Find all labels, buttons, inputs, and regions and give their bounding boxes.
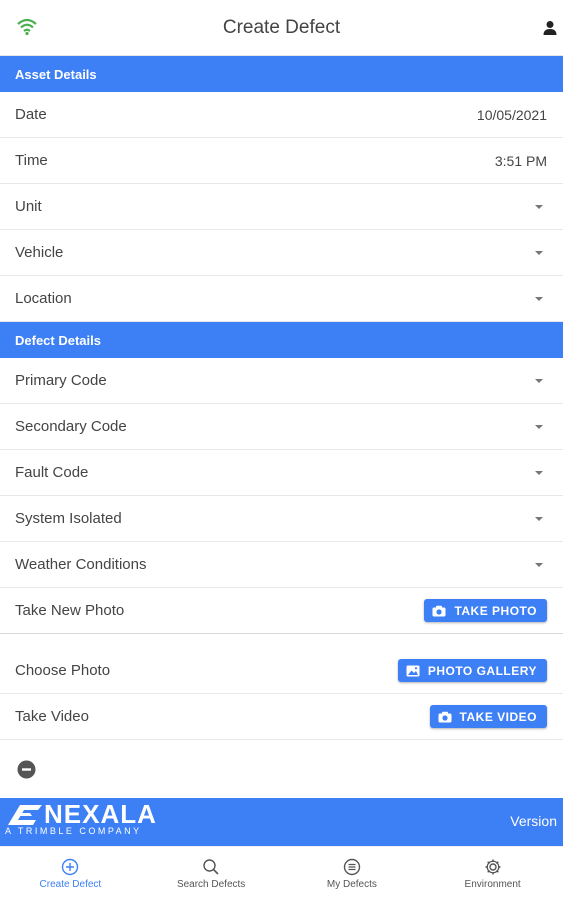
nav-item-environment[interactable]: Environment xyxy=(422,847,563,901)
take-photo-label: Take New Photo xyxy=(15,602,125,619)
list-circle-icon xyxy=(343,858,361,876)
gear-icon xyxy=(485,859,501,875)
camera-icon xyxy=(432,605,446,616)
remove-circle-icon[interactable] xyxy=(17,760,36,779)
nav-item-search-defects[interactable]: Search Defects xyxy=(141,847,282,901)
take-video-button-label: TAKE VIDEO xyxy=(459,709,537,724)
user-icon[interactable] xyxy=(543,20,557,36)
location-label: Location xyxy=(15,290,72,307)
chevron-down-icon xyxy=(535,378,543,383)
take-photo-button-label: TAKE PHOTO xyxy=(454,603,537,618)
camera-icon xyxy=(438,711,452,722)
unit-select[interactable]: Unit xyxy=(0,184,563,230)
date-row[interactable]: Date 10/05/2021 xyxy=(0,92,563,138)
take-video-label: Take Video xyxy=(15,708,89,725)
system-isolated-label: System Isolated xyxy=(15,510,122,527)
app-header: Create Defect xyxy=(0,0,563,56)
section-header-asset-details: Asset Details xyxy=(0,56,563,92)
section-header-defect-details: Defect Details xyxy=(0,322,563,358)
take-video-button[interactable]: TAKE VIDEO xyxy=(429,705,547,728)
photo-gallery-button[interactable]: PHOTO GALLERY xyxy=(397,659,547,682)
nav-item-my-defects[interactable]: My Defects xyxy=(282,847,423,901)
secondary-code-label: Secondary Code xyxy=(15,418,127,435)
photo-gallery-button-label: PHOTO GALLERY xyxy=(427,663,537,678)
vehicle-label: Vehicle xyxy=(15,244,64,261)
version-label: Version xyxy=(510,813,557,829)
primary-code-label: Primary Code xyxy=(15,372,107,389)
chevron-down-icon xyxy=(535,204,543,209)
time-value[interactable]: 3:51 PM xyxy=(495,153,547,169)
choose-photo-label: Choose Photo xyxy=(15,662,111,679)
chevron-down-icon xyxy=(535,562,543,567)
time-label: Time xyxy=(15,152,48,169)
plus-circle-icon xyxy=(62,858,79,876)
nav-label: Create Defect xyxy=(39,879,102,890)
location-select[interactable]: Location xyxy=(0,276,563,322)
take-photo-button[interactable]: TAKE PHOTO xyxy=(424,599,547,622)
section-title: Defect Details xyxy=(15,332,101,348)
page-title: Create Defect xyxy=(222,16,341,38)
chevron-down-icon xyxy=(535,296,543,301)
bottom-nav: Create Defect Search Defects My Defects … xyxy=(0,846,563,901)
date-value[interactable]: 10/05/2021 xyxy=(477,107,547,123)
search-icon xyxy=(203,859,219,875)
nav-label: My Defects xyxy=(326,879,377,890)
fault-code-label: Fault Code xyxy=(15,464,89,481)
image-icon xyxy=(406,665,420,676)
chevron-down-icon xyxy=(535,424,543,429)
fault-code-select[interactable]: Fault Code xyxy=(0,450,563,496)
primary-code-select[interactable]: Primary Code xyxy=(0,358,563,404)
unit-label: Unit xyxy=(15,198,42,215)
nav-item-create-defect[interactable]: Create Defect xyxy=(0,847,141,901)
take-photo-row: Take New Photo TAKE PHOTO xyxy=(0,588,563,634)
system-isolated-select[interactable]: System Isolated xyxy=(0,496,563,542)
weather-conditions-select[interactable]: Weather Conditions xyxy=(0,542,563,588)
weather-conditions-label: Weather Conditions xyxy=(15,556,147,573)
secondary-code-select[interactable]: Secondary Code xyxy=(0,404,563,450)
section-title: Asset Details xyxy=(15,66,97,82)
date-label: Date xyxy=(15,106,47,123)
brand-footer: NEXALA A TRIMBLE COMPANY Version xyxy=(0,798,563,846)
nav-label: Search Defects xyxy=(176,879,246,890)
brand-subtitle: A TRIMBLE COMPANY xyxy=(5,826,142,836)
choose-photo-row: Choose Photo PHOTO GALLERY xyxy=(0,648,563,694)
wifi-icon xyxy=(17,18,37,36)
take-video-row: Take Video TAKE VIDEO xyxy=(0,694,563,740)
vehicle-select[interactable]: Vehicle xyxy=(0,230,563,276)
time-row[interactable]: Time 3:51 PM xyxy=(0,138,563,184)
chevron-down-icon xyxy=(535,250,543,255)
chevron-down-icon xyxy=(535,516,543,521)
nav-label: Environment xyxy=(464,879,521,890)
chevron-down-icon xyxy=(535,470,543,475)
